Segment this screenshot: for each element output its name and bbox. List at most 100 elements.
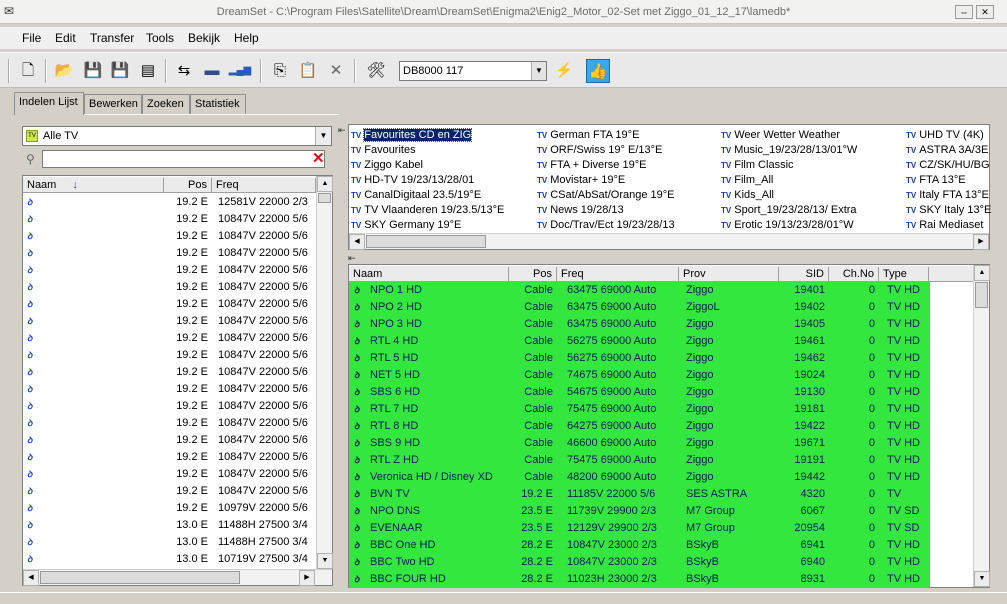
list-row[interactable]: ꝺ 19.2 E 10847V 22000 5/6 — [23, 483, 316, 500]
column-sid[interactable]: SID — [779, 267, 829, 282]
scroll-thumb[interactable] — [975, 282, 988, 308]
list-row[interactable]: ꝺ 19.2 E 10847V 22000 5/6 — [23, 228, 316, 245]
channel-row[interactable]: ꝺ RTL 7 HD Cable 75475 69000 Auto Ziggo 19181… — [349, 401, 930, 418]
list-row[interactable]: ꝺ 19.2 E 10847V 22000 5/6 — [23, 398, 316, 415]
favourite-bouquet-item[interactable]: TV Film_All — [721, 173, 773, 188]
scroll-right-icon[interactable]: ▶ — [299, 570, 315, 586]
list-row[interactable]: ꝺ 19.2 E 10847V 22000 5/6 — [23, 330, 316, 347]
clear-search-icon[interactable]: ✕ — [312, 150, 325, 168]
favourite-bouquet-item[interactable]: TV Erotic 19/13/23/28/01°W — [721, 218, 854, 233]
list-row[interactable]: ꝺ 19.2 E 10847V 22000 5/6 — [23, 245, 316, 262]
search-input[interactable] — [42, 150, 325, 168]
receiver-select[interactable]: DB8000 117 ▼ — [399, 61, 547, 81]
list-row[interactable]: ꝺ 19.2 E 10847V 22000 5/6 — [23, 279, 316, 296]
favourite-bouquet-item[interactable]: TV Film Classic — [721, 158, 794, 173]
cut-icon[interactable]: ✕ — [324, 59, 348, 83]
channel-row[interactable]: ꝺ NPO 3 HD Cable 63475 69000 Auto Ziggo 19405… — [349, 316, 930, 333]
column-pos[interactable]: Pos — [509, 267, 557, 282]
chevron-down-icon[interactable]: ▼ — [315, 127, 331, 145]
favourite-bouquet-item[interactable]: TV FTA 13°E — [906, 173, 966, 188]
list-row[interactable]: ꝺ 19.2 E 10847V 22000 5/6 — [23, 347, 316, 364]
favourites-horizontal-scrollbar[interactable]: ◀ ▶ — [349, 233, 989, 250]
satellite-dish-icon[interactable]: ▬ — [200, 59, 224, 83]
channel-row[interactable]: ꝺ BBC Two HD 28.2 E 10847V 23000 2/3 BSkyB 69… — [349, 554, 930, 571]
column-freq[interactable]: Freq — [212, 178, 316, 193]
favourite-bouquet-item[interactable]: TV HD-TV 19/23/13/28/01 — [351, 173, 474, 188]
list-row[interactable]: ꝺ 19.2 E 10847V 22000 5/6 — [23, 262, 316, 279]
favourite-bouquet-item[interactable]: TV TV Vlaanderen 19/23.5/13°E — [351, 203, 504, 218]
channel-row[interactable]: ꝺ BBC FOUR HD 28.2 E 11023H 23000 2/3 BSkyB 8… — [349, 571, 930, 588]
list-row[interactable]: ꝺ 19.2 E 10847V 22000 5/6 — [23, 432, 316, 449]
channel-row[interactable]: ꝺ BVN TV 19.2 E 11185V 22000 5/6 SES ASTRA 43… — [349, 486, 930, 503]
channel-row[interactable]: ꝺ SBS 9 HD Cable 46600 69000 Auto Ziggo 19671… — [349, 435, 930, 452]
channels-vertical-scrollbar[interactable]: ▲ ▼ — [973, 265, 990, 587]
scroll-thumb[interactable] — [40, 571, 240, 584]
menu-tools[interactable]: Tools — [146, 31, 174, 45]
channel-row[interactable]: ꝺ RTL 8 HD Cable 64275 69000 Auto Ziggo 19422… — [349, 418, 930, 435]
paste-icon[interactable]: 📋 — [296, 59, 320, 83]
list-row[interactable]: ꝺ 19.2 E 10847V 22000 5/6 — [23, 364, 316, 381]
favourite-bouquet-item[interactable]: TV ORF/Swiss 19° E/13°E — [537, 143, 662, 158]
scroll-up-icon[interactable]: ▲ — [317, 176, 333, 192]
scroll-thumb[interactable] — [318, 193, 331, 203]
chevron-down-icon[interactable]: ▼ — [531, 62, 546, 80]
favourite-bouquet-item[interactable]: TV CanalDigitaal 23.5/19°E — [351, 188, 481, 203]
favourite-bouquet-item[interactable]: TV SKY Italy 13°E — [906, 203, 991, 218]
scroll-thumb[interactable] — [366, 235, 486, 248]
favourite-bouquet-item[interactable]: TV CZ/SK/HU/BG — [906, 158, 990, 173]
list-row[interactable]: ꝺ 19.2 E 10847V 22000 5/6 — [23, 211, 316, 228]
channel-row[interactable]: ꝺ SBS 6 HD Cable 54675 69000 Auto Ziggo 19130… — [349, 384, 930, 401]
pane-splitter-icon[interactable]: ⇤ — [348, 253, 356, 264]
list-row[interactable]: ꝺ 19.2 E 12581V 22000 2/3 — [23, 194, 316, 211]
scroll-left-icon[interactable]: ◀ — [349, 234, 365, 250]
menu-help[interactable]: Help — [234, 31, 259, 45]
tab-bewerken[interactable]: Bewerken — [84, 94, 142, 114]
favourite-bouquet-item[interactable]: TV Favourites CD en ZIG — [351, 128, 473, 143]
favourite-bouquet-item[interactable]: TV Rai Mediaset — [906, 218, 983, 233]
channel-row[interactable]: ꝺ NPO 1 HD Cable 63475 69000 Auto Ziggo 19401… — [349, 282, 930, 299]
save-as-icon[interactable]: 💾 — [108, 59, 132, 83]
channel-row[interactable]: ꝺ Veronica HD / Disney XD Cable 48200 69000… — [349, 469, 930, 486]
favourite-bouquet-item[interactable]: TV Italy FTA 13°E — [906, 188, 989, 203]
channel-row[interactable]: ꝺ EVENAAR 23.5 E 12129V 29900 2/3 M7 Group 20… — [349, 520, 930, 537]
thumbs-up-icon[interactable]: 👍 — [586, 59, 610, 83]
scroll-down-icon[interactable]: ▼ — [974, 571, 990, 587]
favourite-bouquet-item[interactable]: TV Kids_All — [721, 188, 774, 203]
left-vertical-scrollbar[interactable]: ▲ ▼ — [316, 176, 333, 569]
tab-statistiek[interactable]: Statistiek — [190, 94, 246, 114]
tab-indelen-lijst[interactable]: Indelen Lijst — [14, 92, 84, 115]
signal-bars-icon[interactable]: ▂▄▆ — [228, 59, 252, 83]
close-button[interactable]: ✕ — [976, 5, 994, 19]
menu-file[interactable]: File — [22, 31, 41, 45]
list-row[interactable]: ꝺ 13.0 E 11488H 27500 3/4 — [23, 517, 316, 534]
channel-row[interactable]: ꝺ RTL 4 HD Cable 56275 69000 Auto Ziggo 19461… — [349, 333, 930, 350]
convert-icon[interactable]: ⇆ — [172, 59, 196, 83]
favourite-bouquet-item[interactable]: TV SKY Germany 19°E — [351, 218, 461, 233]
save-icon[interactable]: 💾 — [81, 59, 105, 83]
favourite-bouquet-item[interactable]: TV German FTA 19°E — [537, 128, 639, 143]
menu-edit[interactable]: Edit — [55, 31, 76, 45]
scroll-left-icon[interactable]: ◀ — [23, 570, 39, 586]
list-row[interactable]: ꝺ 19.2 E 10847V 22000 5/6 — [23, 313, 316, 330]
column-type[interactable]: Type — [879, 267, 929, 282]
column-naam[interactable]: Naam — [349, 267, 509, 282]
column-naam[interactable]: Naam ↓ — [23, 178, 164, 193]
favourite-bouquet-item[interactable]: TV Sport_19/23/28/13/ Extra — [721, 203, 857, 218]
favourite-bouquet-item[interactable]: TV News 19/28/13 — [537, 203, 624, 218]
favourite-bouquet-item[interactable]: TV Doc/Trav/Ect 19/23/28/13 — [537, 218, 675, 233]
channel-row[interactable]: ꝺ NPO 2 HD Cable 63475 69000 Auto ZiggoL 1940… — [349, 299, 930, 316]
channel-row[interactable]: ꝺ RTL 5 HD Cable 56275 69000 Auto Ziggo 19462… — [349, 350, 930, 367]
list-row[interactable]: ꝺ 19.2 E 10847V 22000 5/6 — [23, 449, 316, 466]
list-row[interactable]: ꝺ 19.2 E 10847V 22000 5/6 — [23, 381, 316, 398]
menu-bekijk[interactable]: Bekijk — [188, 31, 220, 45]
channel-row[interactable]: ꝺ NPO DNS 23.5 E 11739V 29900 2/3 M7 Group 60… — [349, 503, 930, 520]
new-icon[interactable]: 🗋 — [16, 59, 40, 83]
tab-zoeken[interactable]: Zoeken — [142, 94, 190, 114]
channel-row[interactable]: ꝺ RTL Z HD Cable 75475 69000 Auto Ziggo 19191… — [349, 452, 930, 469]
open-folder-icon[interactable]: 📂 — [52, 59, 76, 83]
channel-row[interactable]: ꝺ BBC One HD 28.2 E 10847V 23000 2/3 BSkyB 69… — [349, 537, 930, 554]
list-row[interactable]: ꝺ 13.0 E 10719V 27500 3/4 — [23, 551, 316, 568]
column-pos[interactable]: Pos — [164, 178, 212, 193]
favourite-bouquet-item[interactable]: TV FTA + Diverse 19°E — [537, 158, 646, 173]
scroll-down-icon[interactable]: ▼ — [317, 553, 333, 569]
